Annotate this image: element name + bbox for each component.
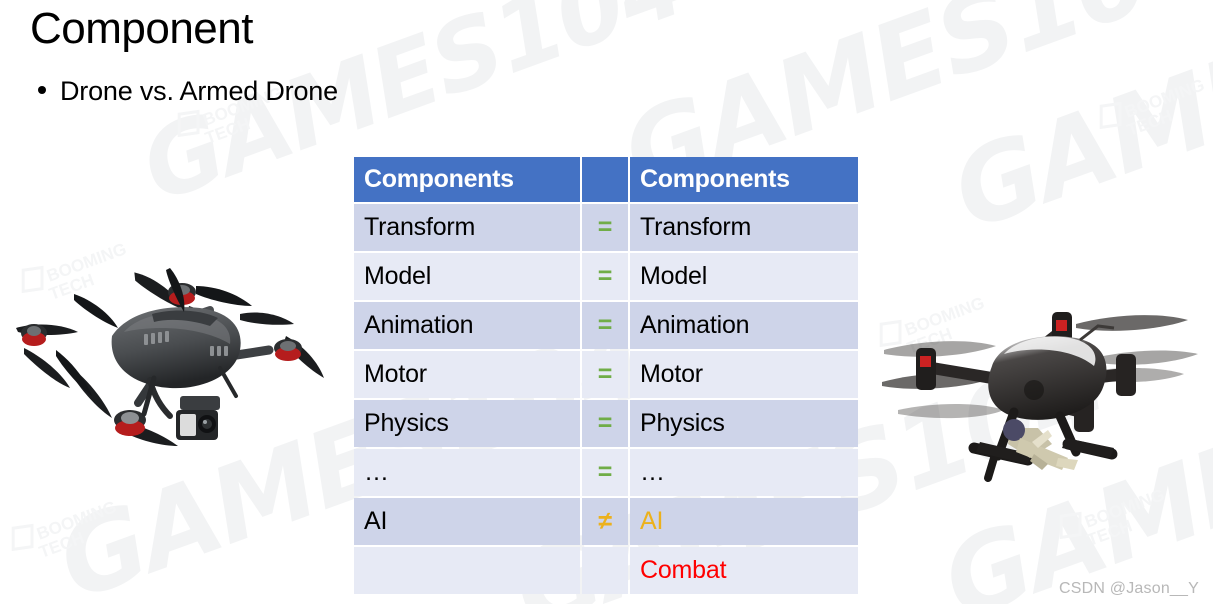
hex-logo-icon	[177, 109, 200, 138]
hex-logo-icon	[1059, 511, 1082, 540]
cell-component-left: Animation	[354, 302, 580, 349]
cell-component-right: …	[630, 449, 858, 496]
hex-logo-icon	[11, 523, 34, 552]
cell-operator: =	[582, 351, 628, 398]
bullet-dot-icon	[38, 86, 46, 94]
cell-component-left	[354, 547, 580, 594]
cell-component-left: Model	[354, 253, 580, 300]
booming-tech-watermark: BOOMING TECH	[8, 493, 125, 570]
cell-component-right: Motor	[630, 351, 858, 398]
cell-operator	[582, 547, 628, 594]
csdn-credit: CSDN @Jason__Y	[1059, 580, 1199, 597]
tech-label: TECH	[36, 528, 87, 562]
cell-component-left: Motor	[354, 351, 580, 398]
tech-label: TECH	[1124, 106, 1175, 140]
cell-component-left: Transform	[354, 204, 580, 251]
cell-component-right: Physics	[630, 400, 858, 447]
cell-component-right: Model	[630, 253, 858, 300]
games104-watermark: GAMES104	[937, 0, 1213, 254]
table-row: … =…	[354, 449, 858, 496]
table-row: Animation = Animation	[354, 302, 858, 349]
drone-image	[4, 228, 354, 478]
component-comparison-table: Components Components Transform = Transfor…	[352, 155, 858, 596]
table-row: AI ≠ AI	[354, 498, 858, 545]
cell-operator: ≠	[582, 498, 628, 545]
armed-drone-image	[862, 262, 1212, 500]
table-header-row: Components Components	[354, 157, 858, 202]
table-body: Transform = Transform Model = Model Animation =…	[354, 204, 858, 594]
cell-component-left: AI	[354, 498, 580, 545]
bullet-item: Drone vs. Armed Drone	[38, 76, 338, 107]
cell-component-right: Combat	[630, 547, 858, 594]
cell-component-right: Animation	[630, 302, 858, 349]
header-cell-middle	[582, 157, 628, 202]
page-title: Component	[30, 4, 253, 53]
table-row: Physics = Physics	[354, 400, 858, 447]
tech-label: TECH	[1084, 516, 1135, 550]
cell-operator: =	[582, 400, 628, 447]
cell-component-left: …	[354, 449, 580, 496]
bullet-label: Drone vs. Armed Drone	[60, 76, 338, 106]
slide-canvas: GAMES104 GAMES104 GAMES104 GAMES104 GAME…	[0, 0, 1213, 604]
cell-component-left: Physics	[354, 400, 580, 447]
table-row: Motor = Motor	[354, 351, 858, 398]
cell-operator: =	[582, 302, 628, 349]
cell-operator: =	[582, 253, 628, 300]
cell-operator: =	[582, 449, 628, 496]
cell-component-right: Transform	[630, 204, 858, 251]
booming-label: BOOMING	[34, 497, 119, 544]
header-cell-right: Components	[630, 157, 858, 202]
header-cell-left: Components	[354, 157, 580, 202]
table-row: Transform = Transform	[354, 204, 858, 251]
table-row: Combat	[354, 547, 858, 594]
table-row: Model = Model	[354, 253, 858, 300]
booming-label: BOOMING	[1122, 75, 1207, 122]
tech-label: TECH	[202, 114, 253, 148]
hex-logo-icon	[1099, 101, 1122, 130]
booming-tech-watermark: BOOMING TECH	[1096, 71, 1213, 148]
cell-operator: =	[582, 204, 628, 251]
cell-component-right: AI	[630, 498, 858, 545]
